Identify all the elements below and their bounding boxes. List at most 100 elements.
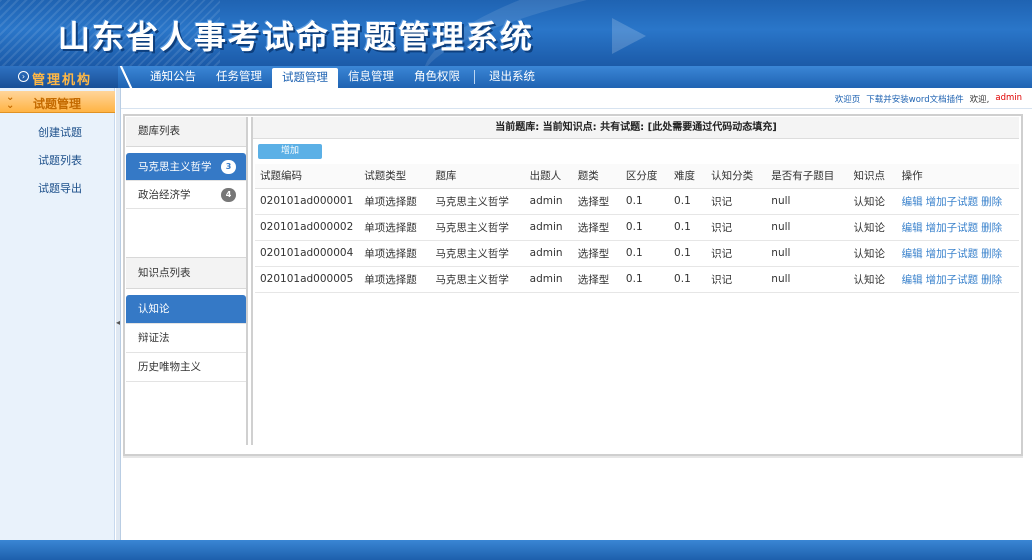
nav-item-questions[interactable]: 试题管理	[272, 68, 338, 88]
divider	[121, 108, 1032, 109]
table-cell: 马克思主义哲学	[430, 214, 525, 241]
column-header: 是否有子题目	[766, 164, 849, 189]
column-header: 题库	[430, 164, 525, 189]
org-label: 管理机构	[32, 73, 93, 88]
row-actions: 编辑 增加子试题 删除	[896, 214, 1019, 241]
bank-list: 马克思主义哲学 3 政治经济学 4	[126, 153, 246, 209]
table-cell: 认知论	[848, 214, 897, 241]
column-header: 区分度	[620, 164, 670, 189]
left-sidebar: ⌄ ⌄ 试题管理 创建试题 试题列表 试题导出	[0, 88, 115, 540]
table-row[interactable]: 020101ad000004 单项选择题 马克思主义哲学 admin 选择型 0.1 0.1…	[255, 240, 1019, 267]
delete-link[interactable]: 删除	[981, 222, 1002, 234]
table-cell: 识记	[706, 188, 767, 215]
chevron-left-icon: ◂	[116, 318, 121, 327]
table-cell: 0.1	[620, 266, 670, 293]
table-cell: 单项选择题	[359, 266, 431, 293]
bottom-bar	[0, 540, 1032, 560]
row-actions: 编辑 增加子试题 删除	[896, 266, 1019, 293]
plugin-download-link[interactable]: 下载并安装word文档插件	[866, 93, 963, 105]
knowledge-point-item[interactable]: 历史唯物主义	[126, 353, 246, 382]
column-header: 题类	[572, 164, 621, 189]
question-panel: 当前题库: 当前知识点: 共有试题: [此处需要通过代码动态填充] 增加 试题编…	[251, 117, 1019, 445]
frame-footer	[123, 456, 1023, 458]
bank-panel: 题库列表 马克思主义哲学 3 政治经济学 4 知识点列表 认知论 辩证法 历史唯…	[126, 117, 248, 445]
bank-list-header: 题库列表	[126, 117, 246, 147]
current-user[interactable]: admin	[995, 93, 1022, 105]
add-button[interactable]: 增加	[258, 144, 322, 159]
bank-item[interactable]: 政治经济学 4	[126, 181, 246, 209]
edit-link[interactable]: 编辑	[902, 248, 923, 260]
table-cell: null	[766, 214, 849, 241]
nav-item-tasks[interactable]: 任务管理	[206, 66, 272, 88]
sidebar-item-list[interactable]: 试题列表	[38, 152, 82, 168]
table-cell: admin	[524, 266, 573, 293]
org-section[interactable]: › 管理机构	[0, 66, 118, 88]
count-badge: 3	[221, 160, 236, 174]
table-cell: admin	[524, 214, 573, 241]
table-cell: null	[766, 188, 849, 215]
table-row[interactable]: 020101ad000002 单项选择题 马克思主义哲学 admin 选择型 0.1 0.1…	[255, 214, 1019, 241]
home-link[interactable]: 欢迎页	[835, 93, 861, 105]
column-header: 试题编码	[255, 164, 360, 189]
table-row[interactable]: 020101ad000005 单项选择题 马克思主义哲学 admin 选择型 0.1 0.1…	[255, 266, 1019, 293]
arrow-circle-icon: ›	[18, 71, 29, 82]
sidebar-section-header[interactable]: ⌄ ⌄ 试题管理	[0, 91, 115, 113]
table-cell: 020101ad000001	[255, 188, 360, 215]
delete-link[interactable]: 删除	[981, 248, 1002, 260]
sidebar-section-label: 试题管理	[33, 97, 82, 111]
knowledge-point-header: 知识点列表	[126, 257, 246, 289]
table-row[interactable]: 020101ad000001 单项选择题 马克思主义哲学 admin 选择型 0.1 0.1…	[255, 188, 1019, 215]
bank-item-label: 马克思主义哲学	[138, 161, 212, 173]
add-subquestion-link[interactable]: 增加子试题	[926, 196, 979, 208]
bank-item[interactable]: 马克思主义哲学 3	[126, 153, 246, 181]
row-actions: 编辑 增加子试题 删除	[896, 188, 1019, 215]
banner-triangle	[612, 18, 646, 54]
table-cell: null	[766, 266, 849, 293]
top-info-bar: 欢迎页 下载并安装word文档插件 欢迎, admin	[835, 93, 1022, 105]
question-summary-header: 当前题库: 当前知识点: 共有试题: [此处需要通过代码动态填充]	[253, 117, 1019, 139]
sidebar-item-create[interactable]: 创建试题	[38, 124, 82, 140]
nav-item-info[interactable]: 信息管理	[338, 66, 404, 88]
table-cell: 020101ad000005	[255, 266, 360, 293]
sidebar-item-export[interactable]: 试题导出	[38, 180, 82, 196]
table-cell: 0.1	[620, 214, 670, 241]
table-cell: 0.1	[620, 240, 670, 267]
table-cell: 选择型	[572, 240, 621, 267]
main-content: 欢迎页 下载并安装word文档插件 欢迎, admin 题库列表 马克思主义哲学…	[121, 88, 1032, 540]
workspace-frame: 题库列表 马克思主义哲学 3 政治经济学 4 知识点列表 认知论 辩证法 历史唯…	[123, 114, 1023, 456]
nav-item-notices[interactable]: 通知公告	[140, 66, 206, 88]
table-cell: 020101ad000002	[255, 214, 360, 241]
table-cell: 识记	[706, 240, 767, 267]
table-cell: 选择型	[572, 188, 621, 215]
count-badge: 4	[221, 188, 236, 202]
add-subquestion-link[interactable]: 增加子试题	[926, 274, 979, 286]
column-header: 出题人	[524, 164, 573, 189]
table-cell: 020101ad000004	[255, 240, 360, 267]
add-subquestion-link[interactable]: 增加子试题	[926, 248, 979, 260]
table-cell: admin	[524, 240, 573, 267]
table-cell: admin	[524, 188, 573, 215]
nav-item-logout[interactable]: 退出系统	[479, 66, 545, 88]
nav-item-roles[interactable]: 角色权限	[404, 66, 470, 88]
table-cell: 0.1	[669, 188, 707, 215]
edit-link[interactable]: 编辑	[902, 222, 923, 234]
knowledge-point-item[interactable]: 认知论	[126, 295, 246, 324]
question-table: 试题编码 试题类型 题库 出题人 题类 区分度 难度 认知分类 是否有子题目 知识点 操作 0201…	[255, 164, 1019, 293]
bank-item-label: 政治经济学	[138, 189, 191, 201]
knowledge-point-list: 认知论 辩证法 历史唯物主义	[126, 295, 246, 382]
table-cell: 马克思主义哲学	[430, 266, 525, 293]
add-subquestion-link[interactable]: 增加子试题	[926, 222, 979, 234]
edit-link[interactable]: 编辑	[902, 196, 923, 208]
table-cell: 单项选择题	[359, 188, 431, 215]
table-cell: 认知论	[848, 240, 897, 267]
table-cell: 识记	[706, 214, 767, 241]
delete-link[interactable]: 删除	[981, 274, 1002, 286]
delete-link[interactable]: 删除	[981, 196, 1002, 208]
knowledge-point-item[interactable]: 辩证法	[126, 324, 246, 353]
top-nav: › 管理机构 通知公告 任务管理 试题管理 信息管理 角色权限 退出系统	[0, 66, 1032, 88]
column-header: 知识点	[848, 164, 897, 189]
edit-link[interactable]: 编辑	[902, 274, 923, 286]
welcome-text: 欢迎,	[969, 95, 990, 105]
table-cell: 0.1	[669, 214, 707, 241]
header-banner: 山东省人事考试命审题管理系统	[0, 0, 1032, 66]
